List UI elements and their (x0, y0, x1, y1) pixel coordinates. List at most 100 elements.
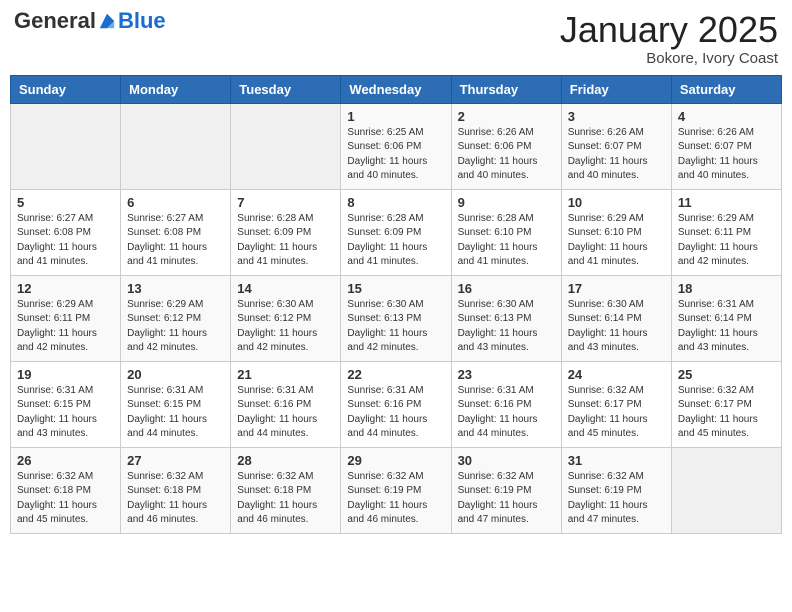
day-number: 19 (17, 367, 114, 382)
calendar-cell: 24 Sunrise: 6:32 AM Sunset: 6:17 PM Dayli… (561, 361, 671, 447)
day-info: Sunrise: 6:31 AM Sunset: 6:16 PM Dayligh… (347, 384, 444, 442)
day-number: 6 (127, 195, 224, 210)
calendar-cell: 7 Sunrise: 6:28 AM Sunset: 6:09 PM Daylig… (231, 189, 341, 275)
calendar-cell: 26 Sunrise: 6:32 AM Sunset: 6:18 PM Dayli… (11, 447, 121, 533)
day-number: 14 (237, 281, 334, 296)
calendar-week-row: 12 Sunrise: 6:29 AM Sunset: 6:11 PM Dayli… (11, 275, 782, 361)
day-number: 28 (237, 453, 334, 468)
day-info: Sunrise: 6:32 AM Sunset: 6:17 PM Dayligh… (568, 384, 665, 442)
day-number: 30 (458, 453, 555, 468)
day-info: Sunrise: 6:32 AM Sunset: 6:17 PM Dayligh… (678, 384, 775, 442)
calendar-cell: 11Sunrise: 6:29 AM Sunset: 6:11 PM Dayli… (671, 189, 781, 275)
calendar-cell: 6 Sunrise: 6:27 AM Sunset: 6:08 PM Daylig… (121, 189, 231, 275)
calendar-cell: 8Sunrise: 6:28 AM Sunset: 6:09 PM Daylig… (341, 189, 451, 275)
day-number: 12 (17, 281, 114, 296)
day-header-tuesday: Tuesday (231, 75, 341, 103)
calendar-cell: 31 Sunrise: 6:32 AM Sunset: 6:19 PM Dayli… (561, 447, 671, 533)
day-header-wednesday: Wednesday (341, 75, 451, 103)
calendar-cell: 14 Sunrise: 6:30 AM Sunset: 6:12 PM Dayli… (231, 275, 341, 361)
day-info: Sunrise: 6:30 AM Sunset: 6:13 PM Dayligh… (458, 298, 555, 356)
calendar-cell: 10 Sunrise: 6:29 AM Sunset: 6:10 PM Dayli… (561, 189, 671, 275)
calendar-cell: 1Sunrise: 6:25 AM Sunset: 6:06 PM Daylig… (341, 103, 451, 189)
day-info: Sunrise: 6:27 AM Sunset: 6:08 PM Dayligh… (17, 212, 114, 270)
day-header-saturday: Saturday (671, 75, 781, 103)
day-info: Sunrise: 6:29 AM Sunset: 6:12 PM Dayligh… (127, 298, 224, 356)
calendar-cell: 2 Sunrise: 6:26 AM Sunset: 6:06 PM Daylig… (451, 103, 561, 189)
day-info: Sunrise: 6:32 AM Sunset: 6:19 PM Dayligh… (347, 470, 444, 528)
calendar-table: SundayMondayTuesdayWednesdayThursdayFrid… (10, 75, 782, 534)
day-number: 11 (678, 195, 775, 210)
day-number: 21 (237, 367, 334, 382)
day-info: Sunrise: 6:29 AM Sunset: 6:10 PM Dayligh… (568, 212, 665, 270)
logo-general-text: General (14, 10, 96, 32)
day-info: Sunrise: 6:30 AM Sunset: 6:13 PM Dayligh… (347, 298, 444, 356)
calendar-cell: 3 Sunrise: 6:26 AM Sunset: 6:07 PM Daylig… (561, 103, 671, 189)
day-number: 5 (17, 195, 114, 210)
day-header-monday: Monday (121, 75, 231, 103)
calendar-cell (121, 103, 231, 189)
day-number: 18 (678, 281, 775, 296)
day-number: 13 (127, 281, 224, 296)
calendar-cell (231, 103, 341, 189)
calendar-header-row: SundayMondayTuesdayWednesdayThursdayFrid… (11, 75, 782, 103)
day-info: Sunrise: 6:28 AM Sunset: 6:09 PM Dayligh… (237, 212, 334, 270)
day-info: Sunrise: 6:28 AM Sunset: 6:10 PM Dayligh… (458, 212, 555, 270)
calendar-cell: 16 Sunrise: 6:30 AM Sunset: 6:13 PM Dayli… (451, 275, 561, 361)
day-number: 9 (458, 195, 555, 210)
day-number: 7 (237, 195, 334, 210)
day-info: Sunrise: 6:30 AM Sunset: 6:14 PM Dayligh… (568, 298, 665, 356)
calendar-cell (11, 103, 121, 189)
calendar-cell: 5 Sunrise: 6:27 AM Sunset: 6:08 PM Daylig… (11, 189, 121, 275)
calendar-cell: 20Sunrise: 6:31 AM Sunset: 6:15 PM Dayli… (121, 361, 231, 447)
calendar-cell: 22 Sunrise: 6:31 AM Sunset: 6:16 PM Dayli… (341, 361, 451, 447)
day-info: Sunrise: 6:29 AM Sunset: 6:11 PM Dayligh… (17, 298, 114, 356)
day-info: Sunrise: 6:32 AM Sunset: 6:19 PM Dayligh… (568, 470, 665, 528)
logo-icon (98, 12, 116, 30)
day-info: Sunrise: 6:26 AM Sunset: 6:06 PM Dayligh… (458, 126, 555, 184)
day-header-thursday: Thursday (451, 75, 561, 103)
calendar-cell: 18Sunrise: 6:31 AM Sunset: 6:14 PM Dayli… (671, 275, 781, 361)
day-info: Sunrise: 6:25 AM Sunset: 6:06 PM Dayligh… (347, 126, 444, 184)
day-number: 16 (458, 281, 555, 296)
day-info: Sunrise: 6:26 AM Sunset: 6:07 PM Dayligh… (568, 126, 665, 184)
day-info: Sunrise: 6:32 AM Sunset: 6:19 PM Dayligh… (458, 470, 555, 528)
day-info: Sunrise: 6:30 AM Sunset: 6:12 PM Dayligh… (237, 298, 334, 356)
day-number: 25 (678, 367, 775, 382)
calendar-cell: 17 Sunrise: 6:30 AM Sunset: 6:14 PM Dayli… (561, 275, 671, 361)
day-info: Sunrise: 6:31 AM Sunset: 6:15 PM Dayligh… (17, 384, 114, 442)
calendar-cell: 21 Sunrise: 6:31 AM Sunset: 6:16 PM Dayli… (231, 361, 341, 447)
day-header-friday: Friday (561, 75, 671, 103)
calendar-cell: 15 Sunrise: 6:30 AM Sunset: 6:13 PM Dayli… (341, 275, 451, 361)
location-subtitle: Bokore, Ivory Coast (560, 50, 778, 67)
calendar-cell: 29Sunrise: 6:32 AM Sunset: 6:19 PM Dayli… (341, 447, 451, 533)
day-number: 26 (17, 453, 114, 468)
calendar-cell: 12 Sunrise: 6:29 AM Sunset: 6:11 PM Dayli… (11, 275, 121, 361)
day-number: 10 (568, 195, 665, 210)
calendar-week-row: 5 Sunrise: 6:27 AM Sunset: 6:08 PM Daylig… (11, 189, 782, 275)
title-block: January 2025 Bokore, Ivory Coast (560, 10, 778, 67)
day-info: Sunrise: 6:27 AM Sunset: 6:08 PM Dayligh… (127, 212, 224, 270)
calendar-cell: 25 Sunrise: 6:32 AM Sunset: 6:17 PM Dayli… (671, 361, 781, 447)
calendar-week-row: 19 Sunrise: 6:31 AM Sunset: 6:15 PM Dayli… (11, 361, 782, 447)
calendar-week-row: 1Sunrise: 6:25 AM Sunset: 6:06 PM Daylig… (11, 103, 782, 189)
day-header-sunday: Sunday (11, 75, 121, 103)
calendar-cell: 23Sunrise: 6:31 AM Sunset: 6:16 PM Dayli… (451, 361, 561, 447)
day-number: 17 (568, 281, 665, 296)
calendar-cell: 27Sunrise: 6:32 AM Sunset: 6:18 PM Dayli… (121, 447, 231, 533)
day-number: 2 (458, 109, 555, 124)
day-info: Sunrise: 6:31 AM Sunset: 6:16 PM Dayligh… (237, 384, 334, 442)
calendar-week-row: 26 Sunrise: 6:32 AM Sunset: 6:18 PM Dayli… (11, 447, 782, 533)
day-number: 23 (458, 367, 555, 382)
day-number: 24 (568, 367, 665, 382)
day-number: 15 (347, 281, 444, 296)
day-number: 31 (568, 453, 665, 468)
day-info: Sunrise: 6:32 AM Sunset: 6:18 PM Dayligh… (237, 470, 334, 528)
day-number: 3 (568, 109, 665, 124)
day-number: 8 (347, 195, 444, 210)
page-header: General Blue January 2025 Bokore, Ivory … (10, 10, 782, 67)
day-number: 22 (347, 367, 444, 382)
calendar-cell: 28 Sunrise: 6:32 AM Sunset: 6:18 PM Dayli… (231, 447, 341, 533)
calendar-cell (671, 447, 781, 533)
day-info: Sunrise: 6:32 AM Sunset: 6:18 PM Dayligh… (17, 470, 114, 528)
calendar-cell: 19 Sunrise: 6:31 AM Sunset: 6:15 PM Dayli… (11, 361, 121, 447)
